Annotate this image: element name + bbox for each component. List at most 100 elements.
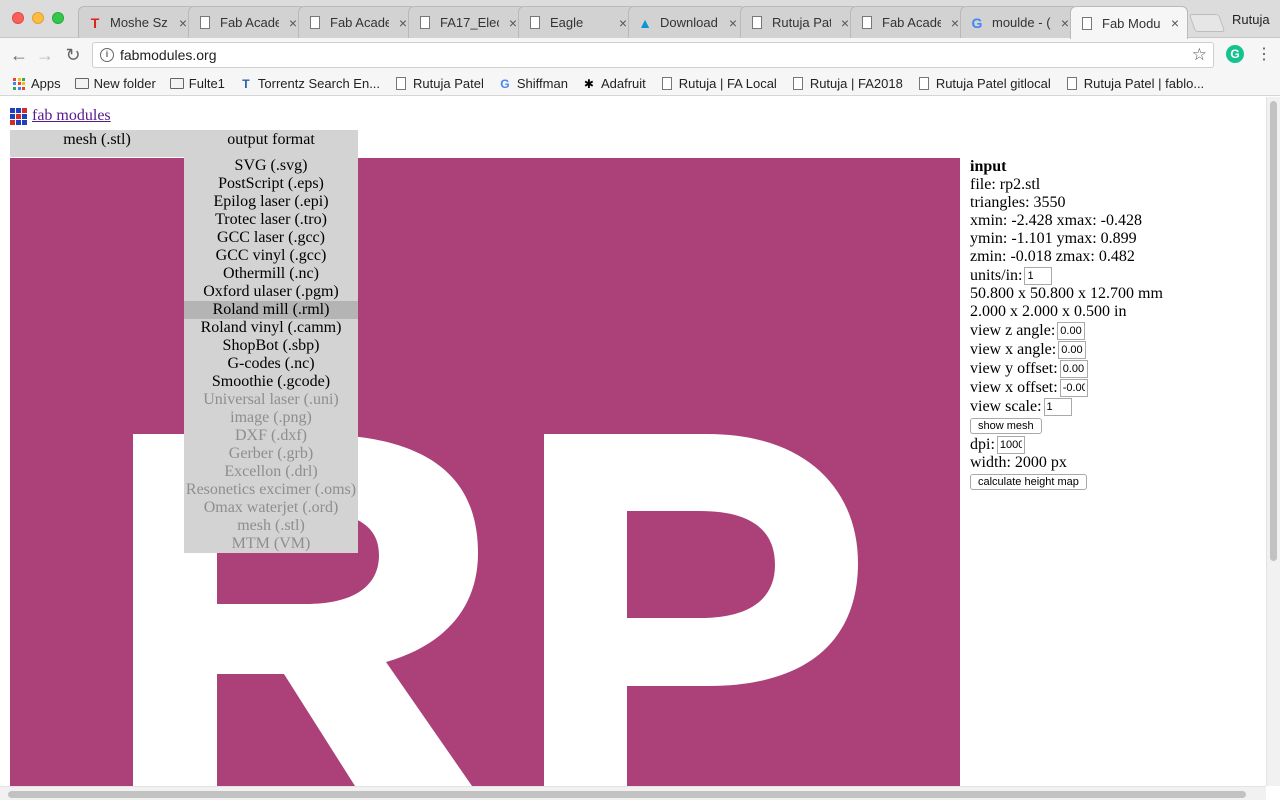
output-format-option[interactable]: Trotec laser (.tro)	[184, 211, 358, 229]
view-z-angle-input[interactable]	[1057, 321, 1086, 340]
fab-modules-link[interactable]: fab modules	[32, 107, 111, 125]
tab-close-icon[interactable]: ×	[393, 15, 407, 31]
bookmark-star-icon[interactable]: ☆	[1192, 45, 1207, 65]
browser-tab[interactable]: Gmoulde - (×	[960, 6, 1078, 38]
tab-close-icon[interactable]: ×	[945, 15, 959, 31]
google-icon: G	[500, 76, 510, 91]
tab-close-icon[interactable]: ×	[1165, 15, 1179, 31]
page-icon	[197, 15, 213, 31]
tab-close-icon[interactable]: ×	[1055, 15, 1069, 31]
browser-tab[interactable]: Eagle ×	[518, 6, 636, 38]
bookmarks-bar: Apps New folder Fulte1 T Torrentz Search En.…	[0, 72, 1280, 96]
bookmark-item[interactable]: Rutuja | FA2018	[791, 76, 903, 91]
grammarly-extension-icon[interactable]: G	[1226, 45, 1244, 63]
output-format-option[interactable]: Epilog laser (.epi)	[184, 193, 358, 211]
output-format-option[interactable]: G-codes (.nc)	[184, 355, 358, 373]
bookmark-item[interactable]: New folder	[74, 76, 156, 91]
view-scale-input[interactable]	[1043, 397, 1072, 416]
vertical-scrollbar[interactable]	[1266, 97, 1280, 786]
tab-close-icon[interactable]: ×	[173, 15, 187, 31]
size-in: 2.000 x 2.000 x 0.500 in	[970, 303, 1127, 320]
tab-close-icon[interactable]: ×	[835, 15, 849, 31]
output-format-option[interactable]: Othermill (.nc)	[184, 265, 358, 283]
tab-close-icon[interactable]: ×	[613, 15, 627, 31]
bookmark-item[interactable]: ✱ Adafruit	[582, 76, 646, 91]
browser-tab[interactable]: ▲ Download ×	[628, 6, 746, 38]
tab-title: Eagle	[550, 15, 584, 30]
output-format-option: image (.png)	[230, 409, 312, 426]
view-y-offset-input[interactable]	[1059, 359, 1088, 378]
new-tab-button[interactable]	[1188, 14, 1226, 32]
info-icon[interactable]: i	[100, 48, 114, 62]
view-x-offset-label: view x offset:	[970, 378, 1058, 396]
tab-close-icon[interactable]: ×	[503, 15, 517, 31]
output-format-option[interactable]: Roland mill (.rml)	[184, 301, 358, 319]
window-minimize-button[interactable]	[32, 12, 44, 24]
bookmark-label: Torrentz Search En...	[257, 76, 381, 91]
vertical-scroll-thumb[interactable]	[1270, 101, 1277, 561]
dpi-input[interactable]	[996, 435, 1025, 454]
output-format-option: DXF (.dxf)	[235, 427, 307, 444]
bookmark-item[interactable]: Apps	[12, 76, 61, 91]
page-content: fab modules mesh (.stl) output format SV…	[0, 97, 1280, 800]
calculate-height-map-button[interactable]: calculate height map	[970, 473, 1087, 490]
back-button[interactable]: ←	[8, 44, 30, 66]
browser-tab[interactable]: T Moshe Sz ×	[78, 6, 196, 38]
tab-title: FA17_Elect	[440, 15, 499, 30]
output-format-option[interactable]: PostScript (.eps)	[184, 175, 358, 193]
view-x-angle-label: view x angle:	[970, 340, 1057, 358]
tab-close-icon[interactable]: ×	[283, 15, 297, 31]
profile-name[interactable]: Rutuja	[1232, 12, 1270, 27]
page-icon	[527, 15, 543, 31]
dpi-label: dpi:	[970, 435, 995, 453]
folder-icon	[74, 77, 89, 91]
bookmark-item[interactable]: G Shiffman	[498, 76, 568, 91]
window-maximize-button[interactable]	[52, 12, 64, 24]
tab-title: Fab Acade	[330, 15, 389, 30]
view-x-offset-input[interactable]	[1059, 378, 1088, 397]
bookmark-item[interactable]: Rutuja Patel | fablo...	[1065, 76, 1204, 91]
file-name: file: rp2.stl	[970, 176, 1041, 193]
output-format-option[interactable]: SVG (.svg)	[184, 157, 358, 175]
bookmark-item[interactable]: Fulte1	[169, 76, 225, 91]
bookmark-item[interactable]: Rutuja Patel gitlocal	[917, 76, 1051, 91]
window-close-button[interactable]	[12, 12, 24, 24]
url-text[interactable]: fabmodules.org	[120, 47, 1192, 63]
browser-tab[interactable]: Fab Modu ×	[1070, 6, 1188, 39]
apps-icon	[12, 77, 26, 91]
browser-tab[interactable]: Fab Acade ×	[188, 6, 306, 38]
fab-modules-logo[interactable]: fab modules	[10, 107, 111, 125]
bookmark-item[interactable]: Rutuja Patel	[394, 76, 484, 91]
output-format-option[interactable]: Roland vinyl (.camm)	[184, 319, 358, 337]
address-bar[interactable]: i fabmodules.org ☆	[92, 42, 1214, 68]
units-input[interactable]	[1024, 266, 1053, 285]
browser-tab[interactable]: Fab Acade ×	[850, 6, 968, 38]
output-format-option[interactable]: ShopBot (.sbp)	[184, 337, 358, 355]
bookmark-item[interactable]: Rutuja | FA Local	[660, 76, 777, 91]
show-mesh-button[interactable]: show mesh	[970, 417, 1042, 434]
bookmark-item[interactable]: T Torrentz Search En...	[239, 76, 380, 91]
bookmark-label: Shiffman	[516, 76, 568, 91]
input-format-menu[interactable]: mesh (.stl)	[10, 130, 184, 157]
tab-close-icon[interactable]: ×	[723, 15, 737, 31]
browser-tab[interactable]: Rutuja Pat ×	[740, 6, 858, 38]
output-format-option[interactable]: GCC vinyl (.gcc)	[184, 247, 358, 265]
tab-title: Fab Acade	[882, 15, 941, 30]
reload-button[interactable]: ↻	[62, 44, 84, 66]
output-format-option[interactable]: GCC laser (.gcc)	[184, 229, 358, 247]
horizontal-scrollbar[interactable]	[0, 786, 1266, 800]
output-format-menu[interactable]: output format	[184, 130, 358, 157]
view-x-angle-input[interactable]	[1058, 340, 1087, 359]
output-format-option[interactable]: Smoothie (.gcode)	[184, 373, 358, 391]
mesh-preview-canvas[interactable]	[10, 158, 960, 786]
view-z-angle-label: view z angle:	[970, 321, 1056, 339]
output-format-option: Resonetics excimer (.oms)	[185, 481, 357, 498]
browser-tab[interactable]: Fab Acade ×	[298, 6, 416, 38]
menu-kebab-icon[interactable]: ⋮	[1256, 44, 1272, 66]
horizontal-scroll-thumb[interactable]	[8, 791, 1246, 798]
browser-tab[interactable]: FA17_Elect ×	[408, 6, 526, 38]
page-icon	[917, 77, 931, 91]
forward-button[interactable]: →	[34, 44, 56, 66]
output-format-option[interactable]: Oxford ulaser (.pgm)	[184, 283, 358, 301]
units-label: units/in:	[970, 266, 1023, 284]
